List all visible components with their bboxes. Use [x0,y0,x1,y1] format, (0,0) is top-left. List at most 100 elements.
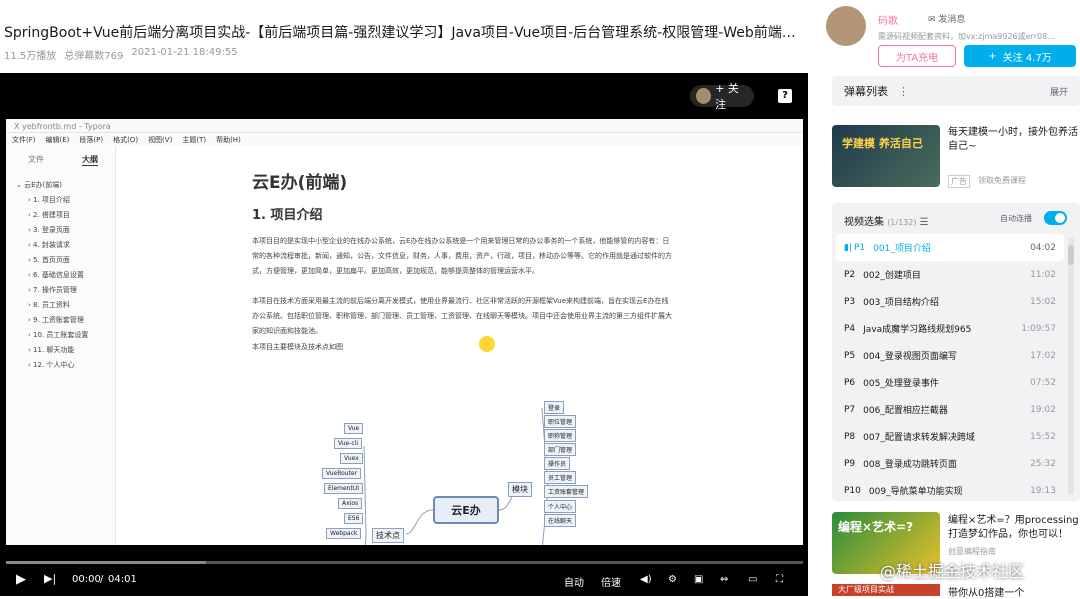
mindmap-module-item: 登录 [544,401,565,414]
ad-title[interactable]: 每天建模一小时，接外包养活自己~ [948,126,1080,154]
playlist-scrollbar[interactable] [1068,237,1074,495]
mindmap-tech-item: VueRouter [322,468,362,479]
mindmap-tech-item: Webpack [326,528,362,539]
playlist-item[interactable]: P10 009_导航菜单功能实现 19:13 [836,477,1064,504]
auto-quality-button[interactable]: 自动 [564,574,584,589]
ad-image[interactable]: 学建模 养活自己 [832,125,940,187]
danmaku-count: 总弹幕数769 [64,51,124,62]
danmaku-expand[interactable]: 展开 [1050,85,1068,98]
playlist-item[interactable]: P6 005_处理登录事件 07:52 [836,369,1064,396]
mindmap-module-item: 职称管理 [544,429,577,442]
playlist-panel: 视频选集 (1/132) ☰ 自动连播 ▮| P1 001_项目介绍 04:02 P2… [832,203,1080,501]
recommend-title[interactable]: 带你从0搭建一个 [948,584,1024,599]
outline-item: › 7. 操作员管理 [28,286,77,294]
progress-buffer [6,561,206,564]
speed-button[interactable]: 倍速 [601,574,621,589]
progress-bar[interactable] [6,561,803,564]
mindmap-lines [363,407,549,545]
mindmap-module-item: 员工管理 [544,471,577,484]
playing-icon: ▮| [844,242,852,253]
typora-menu-item: 视图(V) [148,136,173,144]
time-sep: / [100,574,104,585]
outline-item: › 12. 个人中心 [28,361,75,369]
outline-item: › 5. 首页页面 [28,256,70,264]
playlist-item[interactable]: P4 Java成魔学习路线规划965 1:09:57 [836,315,1064,342]
uploader-avatar[interactable] [826,6,866,46]
more-icon[interactable]: ⋮ [898,85,909,98]
settings-icon[interactable]: ⚙ [668,574,677,585]
tab-outline: 大纲 [82,155,98,166]
autoplay-label: 自动连播 [1000,214,1032,223]
uploader-description: 需源码视频配套资料，加vx:zjma9926或err08... [878,32,1055,41]
mindmap-module-item: 工资账套管理 [544,485,589,498]
watermark: @稀土掘金技术社区 [880,562,1025,581]
outline-item: › 8. 员工资料 [28,301,70,309]
cursor-highlight [479,336,495,352]
play-count: 11.5万播放 [4,51,57,62]
outline-item: › 3. 登录页面 [28,226,70,234]
mindmap-module-node: 模块 [508,482,532,497]
danmaku-list-panel[interactable]: 弹幕列表 ⋮ 展开 [832,76,1080,106]
video-title: SpringBoot+Vue前后端分离项目实战-【前后端项目篇-强烈建议学习】J… [4,25,804,41]
recommend-thumbnail[interactable]: 大厂级项目实战 [832,584,940,596]
playlist-item[interactable]: P3 003_项目结构介绍 15:02 [836,288,1064,315]
time-current: 00:00 [72,574,101,585]
fullscreen-icon[interactable]: ⛶ [776,574,783,585]
ad-badge: 广告 [948,175,970,188]
widescreen-icon[interactable]: ⇔ [720,574,728,585]
outline-item: › 4. 封装请求 [28,241,70,249]
recommend-title[interactable]: 编程×艺术=？用processing打造梦幻作品，你也可以！ [948,514,1080,542]
next-icon[interactable]: ▶| [44,572,56,585]
playlist-item[interactable]: P7 006_配置相应拦截器 19:02 [836,396,1064,423]
plus-icon: + [988,50,997,62]
typora-menu-item: 编辑(E) [45,136,70,144]
typora-menu-item: 段落(P) [79,136,104,144]
mindmap-tech-item: Vuex [340,453,363,464]
publish-date: 2021-01-21 18:49:55 [131,47,238,58]
playlist-item[interactable]: P8 007_配置请求转发解决跨域 15:52 [836,423,1064,450]
video-stats: 11.5万播放 总弹幕数769 2021-01-21 18:49:55 [4,47,238,62]
mindmap-tech-item: Axios [338,498,363,509]
outline-list: ⌄ 云E办(前端) › 1. 项目介绍 › 2. 搭建项目 › 3. 登录页面 … [6,166,115,373]
playlist-item[interactable]: P5 004_登录视图页面编写 17:02 [836,342,1064,369]
mindmap-tech-item: Vue-cli [334,438,362,449]
outline-root: ⌄ 云E办(前端) [16,181,62,189]
ad-link[interactable]: 领取免费课程 [978,175,1026,186]
play-icon[interactable]: ▶ [16,572,26,587]
recommend-author[interactable]: 创意编程指南 [948,546,996,557]
player-follow-button[interactable]: + 关注 [690,82,754,111]
send-message-link[interactable]: ✉ 发消息 [928,12,965,25]
webfull-icon[interactable]: ▭ [748,574,757,585]
mindmap-module-item: 职位管理 [544,415,577,428]
typora-menu-item: 格式(O) [113,136,139,144]
playlist-item[interactable]: P9 008_登录成功跳转页面 25:32 [836,450,1064,477]
mindmap-module-item: 操作员 [544,457,571,470]
typora-menu-item: 主题(T) [182,136,207,144]
autoplay-toggle[interactable] [1044,211,1067,225]
uploader-name[interactable]: 码歌 [878,12,898,27]
outline-item: › 6. 基础信息设置 [28,271,84,279]
charge-button[interactable]: 为TA充电 [878,45,956,67]
typora-sidebar: 文件 大纲 ⌄ 云E办(前端) › 1. 项目介绍 › 2. 搭建项目 › 3.… [6,146,116,545]
mindmap-module-item: 个人中心 [544,500,577,513]
player-controls: ▶ ▶| 00:00 / 04:01 自动 倍速 ◀) ⚙ ▣ ⇔ ▭ ⛶ [0,566,808,596]
mindmap-tech-item: Vue [344,423,364,434]
list-icon: ☰ [919,217,929,228]
typora-title-bar: X yebfrontb.md - Typora [6,119,803,133]
mindmap-tech-item: ES6 [344,513,364,524]
help-icon[interactable]: ? [778,89,792,103]
typora-menu-bar: 文件(F) 编辑(E) 段落(P) 格式(O) 视图(V) 主题(T) 帮助(H… [6,133,803,146]
danmaku-list-label: 弹幕列表 [844,85,888,98]
playlist-item[interactable]: P2 002_创建项目 11:02 [836,261,1064,288]
mindmap-module-item: 部门管理 [544,443,577,456]
mindmap-center: 云E办 [433,496,499,524]
player-follow-label: + 关注 [715,82,739,111]
follow-button[interactable]: + 关注 4.7万 [964,45,1076,67]
pip-icon[interactable]: ▣ [694,574,703,585]
uploader-mini-avatar [696,88,712,104]
playlist-item[interactable]: ▮| P1 001_项目介绍 04:02 [836,234,1064,261]
volume-icon[interactable]: ◀) [640,574,652,585]
playlist-header: 视频选集 (1/132) ☰ [844,217,929,228]
typora-document: 云E办(前端) 1. 项目介绍 本项目目的是实现中小型企业的在线办公系统，云E办… [116,146,803,545]
outline-item: › 11. 聊天功能 [28,346,75,354]
